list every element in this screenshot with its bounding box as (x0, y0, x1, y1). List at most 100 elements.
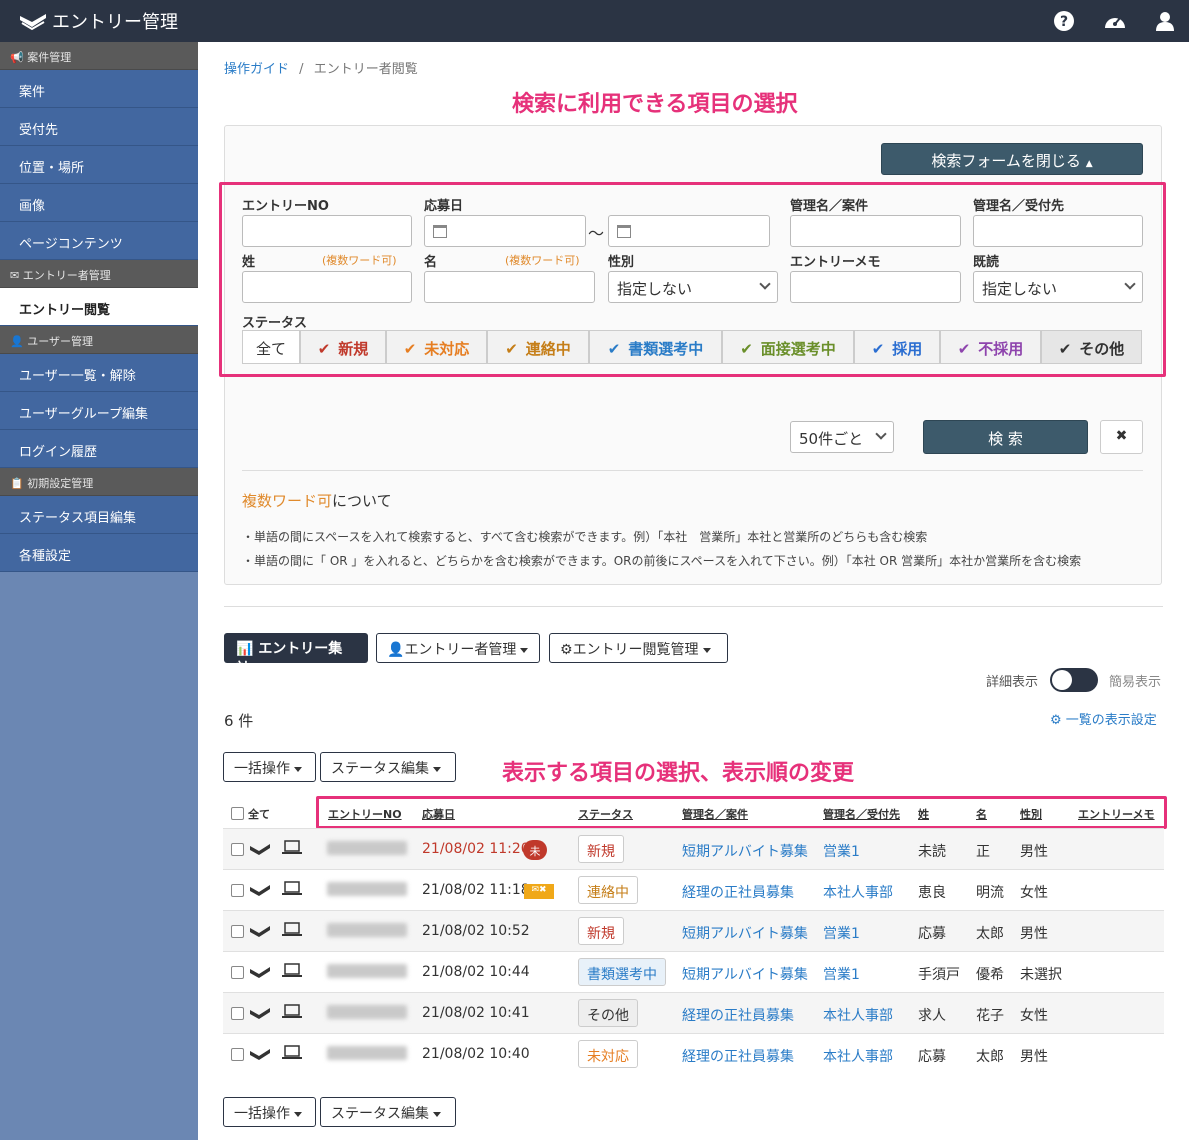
status-filter-document-screening[interactable]: ✔ 書類選考中 (589, 330, 722, 364)
view-manage-dropdown[interactable]: ⚙エントリー閲覧管理 (549, 633, 728, 663)
laptop-icon[interactable] (281, 840, 303, 856)
status-filter-interview-screening[interactable]: ✔ 面接選考中 (722, 330, 854, 364)
sei-input[interactable] (242, 271, 412, 303)
row-checkbox[interactable] (231, 966, 244, 979)
sidebar-item-status-edit[interactable]: ステータス項目編集 (0, 496, 198, 534)
header-mei[interactable]: 名 (976, 806, 987, 822)
anken-link[interactable]: 短期アルバイト募集 (682, 964, 808, 984)
gender-select[interactable]: 指定しない (608, 271, 778, 303)
help-icon[interactable]: ? (1053, 10, 1075, 32)
laptop-icon[interactable] (281, 922, 303, 938)
laptop-icon[interactable] (281, 1004, 303, 1020)
table-row[interactable]: 21/08/02 11:20 未 新規 短期アルバイト募集 営業1 未読 正 男性 (223, 828, 1164, 869)
apply-date-from-input[interactable] (424, 215, 586, 247)
entry-manage-dropdown[interactable]: 👤エントリー者管理 (376, 633, 540, 663)
status-filter-hired[interactable]: ✔ 採用 (854, 330, 940, 364)
status-badge[interactable]: 未対応 (578, 1040, 638, 1068)
sidebar-item-images[interactable]: 画像 (0, 184, 198, 222)
book-icon[interactable] (249, 883, 271, 899)
close-search-form-button[interactable]: 検索フォームを閉じる ▲ (881, 143, 1143, 175)
status-badge[interactable]: その他 (578, 999, 638, 1027)
status-filter-other[interactable]: ✔ その他 (1041, 330, 1142, 364)
table-row[interactable]: 21/08/02 10:44 書類選考中 短期アルバイト募集 営業1 手須戸 優希 未選択 (223, 951, 1164, 992)
sidebar-item-user-list[interactable]: ユーザー一覧・解除 (0, 354, 198, 392)
bulk-action-dropdown-bottom[interactable]: 一括操作 (223, 1097, 316, 1127)
status-badge[interactable]: 新規 (578, 835, 624, 863)
status-edit-dropdown[interactable]: ステータス編集 (320, 752, 456, 782)
book-icon[interactable] (249, 965, 271, 981)
book-icon[interactable] (249, 924, 271, 940)
status-badge[interactable]: 新規 (578, 917, 624, 945)
row-checkbox[interactable] (231, 1007, 244, 1020)
book-icon[interactable] (249, 842, 271, 858)
sidebar-item-location[interactable]: 位置・場所 (0, 146, 198, 184)
per-page-select[interactable]: 50件ごと (790, 421, 894, 453)
sidebar-item-entry-view[interactable]: エントリー閲覧 (0, 288, 198, 326)
view-mode-toggle[interactable] (1050, 668, 1098, 692)
status-filter-rejected[interactable]: ✔ 不採用 (940, 330, 1041, 364)
row-checkbox[interactable] (231, 884, 244, 897)
sidebar-item-settings[interactable]: 各種設定 (0, 534, 198, 572)
uketsuke-link[interactable]: 本社人事部 (823, 882, 893, 902)
status-filter-all[interactable]: 全て (242, 330, 300, 364)
table-row[interactable]: 21/08/02 11:18 ✉✖ 連絡中 経理の正社員募集 本社人事部 恵良 明流 女性 (223, 869, 1164, 910)
gender-cell: 男性 (1020, 926, 1048, 942)
laptop-icon[interactable] (281, 1045, 303, 1061)
uketsuke-link[interactable]: 本社人事部 (823, 1005, 893, 1025)
mei-input[interactable] (424, 271, 595, 303)
clear-button[interactable]: ✖ (1100, 420, 1143, 454)
apply-date-to-input[interactable] (608, 215, 770, 247)
entry-stats-button[interactable]: 📊 エントリー集計 (224, 633, 368, 677)
laptop-icon[interactable] (281, 881, 303, 897)
header-date[interactable]: 応募日 (422, 806, 455, 822)
book-icon[interactable] (249, 1047, 271, 1063)
bulk-action-dropdown[interactable]: 一括操作 (223, 752, 316, 782)
status-edit-dropdown-bottom[interactable]: ステータス編集 (320, 1097, 456, 1127)
book-icon[interactable] (249, 1006, 271, 1022)
row-checkbox[interactable] (231, 843, 244, 856)
status-badge[interactable]: 書類選考中 (578, 958, 666, 986)
table-row[interactable]: 21/08/02 10:41 その他 経理の正社員募集 本社人事部 求人 花子 女性 (223, 992, 1164, 1033)
header-uketsuke[interactable]: 管理名／受付先 (823, 806, 900, 822)
anken-link[interactable]: 経理の正社員募集 (682, 1046, 794, 1066)
table-row[interactable]: 21/08/02 10:52 新規 短期アルバイト募集 営業1 応募 太郎 男性 (223, 910, 1164, 951)
status-filter-contacting[interactable]: ✔ 連絡中 (487, 330, 589, 364)
dashboard-icon[interactable] (1103, 10, 1127, 32)
uketsuke-link[interactable]: 営業1 (823, 964, 860, 984)
sidebar-item-user-group[interactable]: ユーザーグループ編集 (0, 392, 198, 430)
search-button[interactable]: 検 索 (923, 420, 1088, 454)
row-checkbox[interactable] (231, 1048, 244, 1061)
kanri-uketsuke-input[interactable] (973, 215, 1143, 247)
table-row[interactable]: 21/08/02 10:40 未対応 経理の正社員募集 本社人事部 応募 太郎 男性 (223, 1033, 1164, 1074)
uketsuke-link[interactable]: 本社人事部 (823, 1046, 893, 1066)
status-filter-new[interactable]: ✔ 新規 (300, 330, 386, 364)
sidebar-item-page-contents[interactable]: ページコンテンツ (0, 222, 198, 260)
laptop-icon[interactable] (281, 963, 303, 979)
select-all-checkbox[interactable] (231, 807, 244, 820)
kanri-anken-input[interactable] (790, 215, 961, 247)
anken-link[interactable]: 経理の正社員募集 (682, 1005, 794, 1025)
status-badge[interactable]: 連絡中 (578, 876, 638, 904)
breadcrumb-guide-link[interactable]: 操作ガイド (224, 62, 289, 77)
row-checkbox[interactable] (231, 925, 244, 938)
entry-no-input[interactable] (242, 215, 412, 247)
anken-link[interactable]: 経理の正社員募集 (682, 882, 794, 902)
sidebar-item-login-history[interactable]: ログイン履歴 (0, 430, 198, 468)
status-filter-unhandled[interactable]: ✔ 未対応 (386, 330, 487, 364)
user-icon[interactable] (1154, 10, 1176, 32)
sidebar-item-uketsuke[interactable]: 受付先 (0, 108, 198, 146)
uketsuke-link[interactable]: 営業1 (823, 923, 860, 943)
header-entry-no[interactable]: エントリーNO (328, 806, 402, 822)
uketsuke-link[interactable]: 営業1 (823, 841, 860, 861)
header-status[interactable]: ステータス (578, 806, 633, 822)
anken-link[interactable]: 短期アルバイト募集 (682, 841, 808, 861)
header-memo[interactable]: エントリーメモ (1078, 806, 1155, 822)
list-display-settings-link[interactable]: ⚙ 一覧の表示設定 (1050, 709, 1157, 728)
header-gender[interactable]: 性別 (1020, 806, 1042, 822)
sidebar-item-anken[interactable]: 案件 (0, 70, 198, 108)
read-select[interactable]: 指定しない (973, 271, 1143, 303)
memo-input[interactable] (790, 271, 961, 303)
header-sei[interactable]: 姓 (918, 806, 929, 822)
anken-link[interactable]: 短期アルバイト募集 (682, 923, 808, 943)
header-anken[interactable]: 管理名／案件 (682, 806, 748, 822)
